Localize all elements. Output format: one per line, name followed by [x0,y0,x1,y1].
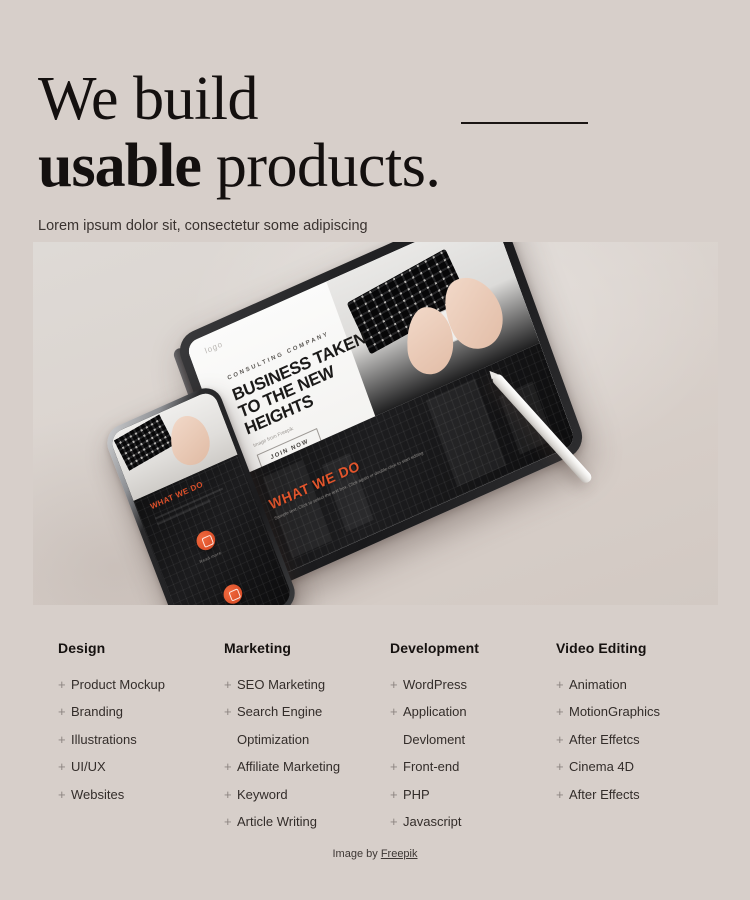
list-item-label: MotionGraphics [569,704,661,720]
list-item-label: Optimization [237,731,310,747]
plus-icon: + [390,786,398,802]
list-item-label: After Effects [569,786,640,802]
list-item-label: Keyword [237,786,288,802]
column-design: Design + Product Mockup + Branding + Illust… [58,640,224,841]
list-item[interactable]: + After Effects [556,786,722,804]
list-item[interactable]: + UI/UX [58,758,224,776]
plus-icon: + [556,677,564,692]
list-item-label: Product Mockup [71,677,165,692]
plus-icon: + [224,786,232,802]
plus-icon: + [58,759,66,775]
list-item[interactable]: + Affiliate Marketing [224,758,390,776]
plus-icon: + [390,814,398,830]
list-item[interactable]: + SEO Marketing [224,676,390,694]
plus-icon: + [390,759,398,775]
image-credit: Image by Freepik [0,848,750,860]
headline-emphasis: usable [38,132,202,201]
list-item-label: SEO Marketing [237,677,326,692]
list-item[interactable]: + Javascript [390,813,556,831]
list-item[interactable]: + Animation [556,676,722,694]
plus-icon: + [556,759,564,775]
plus-icon: + [58,786,66,802]
plus-icon: + [224,759,232,775]
column-video-editing: Video Editing + Animation + MotionGraphics… [556,640,722,841]
list-item-label: Application [403,704,467,720]
plus-icon: + [556,704,564,720]
list-item-label: Animation [569,677,627,692]
list-item-label: Cinema 4D [569,759,635,775]
column-development: Development + WordPress + Application Devl… [390,640,556,841]
phone-photo-hand [165,410,214,470]
column-title: Development [390,640,480,656]
list-item-label: WordPress [403,677,468,692]
column-title: Video Editing [556,640,647,656]
list-item[interactable]: + Branding [58,703,224,721]
column-list: + SEO Marketing + Search Engine Optimizati… [224,676,390,832]
plus-icon: + [58,677,66,692]
plus-icon: + [224,677,232,692]
plus-icon: + [224,814,232,830]
image-credit-prefix: Image by [332,848,381,860]
column-list: + Product Mockup + Branding + Illustrations… [58,676,224,804]
list-item-label: Websites [71,786,125,802]
list-item[interactable]: + MotionGraphics [556,703,722,721]
list-item[interactable]: + PHP [390,786,556,804]
column-title: Design [58,640,106,656]
headline-remainder: products. [200,132,441,201]
list-item-continuation[interactable]: Optimization [224,731,390,749]
landing-page: We build usable products. Lorem ipsum do… [0,0,750,900]
list-item-label: Branding [71,704,124,720]
column-title: Marketing [224,640,292,656]
list-item-label: Search Engine [237,704,323,720]
list-item-label: Javascript [403,814,462,830]
plus-icon: + [556,731,564,747]
plus-icon: + [390,704,398,720]
list-item[interactable]: + Search Engine [224,703,390,721]
list-item[interactable]: + Front-end [390,758,556,776]
list-item-label: UI/UX [71,759,106,775]
list-item[interactable]: + Article Writing [224,813,390,831]
list-item-label: Front-end [403,759,460,775]
page-title: We build usable products. [38,69,658,198]
list-item-continuation[interactable]: Devloment [390,731,556,749]
list-item-label: PHP [403,786,430,802]
plus-icon: + [390,677,398,692]
list-item[interactable]: + Illustrations [58,731,224,749]
headline-line-2: usable products. [38,135,658,197]
list-item-label: Affiliate Marketing [237,759,341,775]
badge-inner-glyph [227,587,241,602]
plus-icon: + [224,704,232,720]
list-item[interactable]: + Cinema 4D [556,758,722,776]
list-item-label: Devloment [403,731,466,747]
device-mockup-image: logo CONSULTING COMPANY BUSINESS TAKEN T… [33,242,718,605]
column-marketing: Marketing + SEO Marketing + Search Engine … [224,640,390,841]
freepik-link[interactable]: Freepik [381,848,418,860]
list-item[interactable]: + Websites [58,786,224,804]
list-item[interactable]: + Product Mockup [58,676,224,694]
service-columns: Design + Product Mockup + Branding + Illust… [0,640,750,841]
list-item-label: After Effetcs [569,731,640,747]
heading-divider-rule [461,122,588,124]
plus-icon: + [58,731,66,747]
list-item[interactable]: + WordPress [390,676,556,694]
column-list: + WordPress + Application Devloment + Front… [390,676,556,832]
list-item[interactable]: + Application [390,703,556,721]
list-item[interactable]: + After Effetcs [556,731,722,749]
list-item[interactable]: + Keyword [224,786,390,804]
phone-photo-keyboard [113,414,175,471]
badge-inner-glyph [200,534,214,548]
list-item-label: Illustrations [71,731,137,747]
plus-icon: + [58,704,66,720]
plus-icon: + [556,786,564,802]
column-list: + Animation + MotionGraphics + After Effetc… [556,676,722,804]
list-item-label: Article Writing [237,814,317,830]
